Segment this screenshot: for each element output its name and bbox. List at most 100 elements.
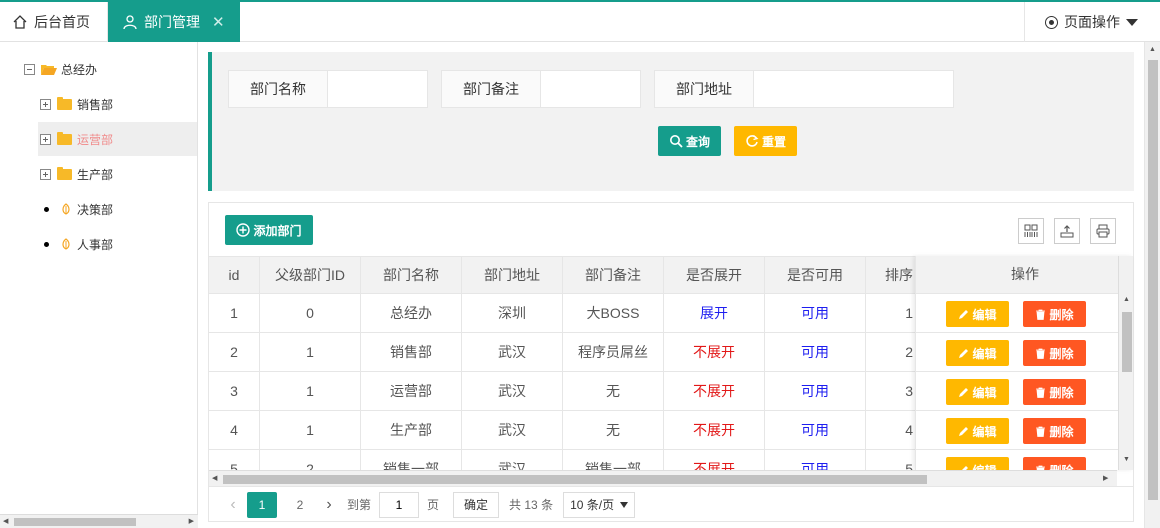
tree-node-decision[interactable]: 决策部	[44, 192, 197, 226]
cell-dept-name: 销售部	[361, 333, 462, 371]
edit-button[interactable]: 编辑	[946, 301, 1009, 327]
column-header-available[interactable]: 是否可用	[765, 257, 866, 294]
page-number[interactable]: 2	[285, 492, 315, 518]
tree-node-label: 人事部	[77, 237, 114, 252]
scroll-right-icon[interactable]: ▶	[189, 517, 194, 525]
column-header-dept-address[interactable]: 部门地址	[462, 257, 563, 294]
scrollbar-thumb[interactable]	[1122, 312, 1132, 372]
expand-icon[interactable]	[40, 133, 51, 145]
collapse-icon[interactable]	[24, 63, 35, 75]
tree-node-operations[interactable]: 运营部	[38, 122, 197, 156]
close-icon[interactable]: ✕	[212, 13, 225, 31]
cell-dept-remark: 无	[563, 372, 664, 410]
sidebar-horizontal-scrollbar[interactable]: ◀ ▶	[0, 514, 198, 528]
delete-button-label: 删除	[1049, 462, 1073, 471]
add-department-button[interactable]: 添加部门	[225, 215, 313, 245]
total-count: 共 13 条	[509, 498, 554, 512]
edit-button-label: 编辑	[972, 462, 996, 471]
cell-dept-name: 运营部	[361, 372, 462, 410]
scroll-left-icon[interactable]: ◀	[3, 517, 8, 525]
edit-button-label: 编辑	[972, 346, 997, 361]
scroll-down-icon[interactable]: ▼	[1123, 456, 1130, 463]
delete-button[interactable]: 删除	[1023, 418, 1086, 444]
page-unit-label: 页	[427, 498, 440, 512]
tab-dept-management[interactable]: 部门管理 ✕	[108, 2, 240, 42]
dept-address-input[interactable]	[754, 70, 954, 108]
delete-button[interactable]: 删除	[1023, 379, 1086, 405]
delete-button[interactable]: 删除	[1023, 457, 1086, 470]
search-label: 部门名称	[228, 70, 328, 108]
print-icon[interactable]	[1090, 218, 1116, 244]
cell-dept-address: 深圳	[462, 294, 563, 332]
edit-button[interactable]: 编辑	[946, 379, 1009, 405]
next-page-icon[interactable]: ›	[319, 496, 339, 514]
trash-icon	[1035, 348, 1046, 359]
edit-button[interactable]: 编辑	[946, 457, 1009, 470]
scrollbar-thumb[interactable]	[223, 475, 927, 484]
page-operations-menu[interactable]: 页面操作	[1024, 2, 1160, 42]
goto-confirm-button[interactable]: 确定	[453, 491, 500, 518]
tab-home[interactable]: 后台首页	[0, 2, 108, 42]
delete-button-label: 删除	[1049, 307, 1074, 322]
column-header-dept-name[interactable]: 部门名称	[361, 257, 462, 294]
tree-node-label: 总经办	[61, 62, 98, 77]
caret-down-icon	[1126, 18, 1138, 26]
reset-button[interactable]: 重置	[734, 126, 797, 156]
scroll-left-icon[interactable]: ◀	[212, 474, 217, 482]
edit-button[interactable]: 编辑	[946, 340, 1009, 366]
page-number-current[interactable]: 1	[247, 491, 277, 518]
add-department-label: 添加部门	[253, 223, 302, 238]
tree-node-sales[interactable]: 销售部	[40, 87, 197, 121]
search-label: 部门备注	[441, 70, 541, 108]
search-icon	[669, 134, 683, 148]
main-vertical-scrollbar[interactable]: ▲	[1144, 42, 1160, 528]
tab-dept-label: 部门管理	[144, 14, 200, 30]
tree-node-production[interactable]: 生产部	[40, 157, 197, 191]
scrollbar-thumb[interactable]	[14, 518, 136, 526]
prev-page-icon[interactable]: ‹	[223, 496, 243, 514]
cell-dept-address: 武汉	[462, 333, 563, 371]
tree-node-label: 决策部	[77, 202, 114, 217]
trash-icon	[1035, 426, 1046, 437]
search-field-dept-name: 部门名称	[228, 70, 428, 108]
cell-parent-id: 2	[260, 450, 361, 470]
expand-icon[interactable]	[40, 98, 51, 110]
export-icon[interactable]	[1054, 218, 1080, 244]
goto-page-input[interactable]	[379, 491, 420, 518]
edit-button-label: 编辑	[972, 385, 997, 400]
leaf-icon	[61, 203, 71, 215]
column-header-id[interactable]: id	[209, 257, 260, 294]
expand-icon[interactable]	[40, 168, 51, 180]
column-header-dept-remark[interactable]: 部门备注	[563, 257, 664, 294]
operations-row: 编辑 删除	[916, 333, 1133, 372]
cell-id: 2	[209, 333, 260, 371]
operations-row: 编辑 删除	[916, 294, 1133, 333]
dept-remark-input[interactable]	[541, 70, 641, 108]
search-label: 部门地址	[654, 70, 754, 108]
page-size-select[interactable]: 10 条/页	[563, 491, 636, 518]
pencil-icon	[958, 309, 969, 320]
cell-id: 5	[209, 450, 260, 470]
tab-home-label: 后台首页	[34, 14, 90, 30]
folder-icon	[57, 96, 72, 110]
query-button[interactable]: 查询	[658, 126, 721, 156]
tree-node-hr[interactable]: 人事部	[44, 227, 197, 261]
table-vertical-scrollbar[interactable]: ▲ ▼	[1118, 256, 1133, 470]
column-header-expand[interactable]: 是否展开	[664, 257, 765, 294]
scroll-right-icon[interactable]: ▶	[1103, 474, 1108, 482]
edit-button[interactable]: 编辑	[946, 418, 1009, 444]
scrollbar-thumb[interactable]	[1148, 60, 1158, 500]
column-header-parent-id[interactable]: 父级部门ID	[260, 257, 361, 294]
tree-node-root[interactable]: 总经办	[24, 52, 97, 86]
search-panel: 部门名称 部门备注 部门地址 查询 重置	[208, 52, 1134, 191]
cell-parent-id: 1	[260, 333, 361, 371]
home-icon	[12, 14, 28, 30]
delete-button[interactable]: 删除	[1023, 301, 1086, 327]
page-operations-label: 页面操作	[1064, 14, 1120, 30]
column-filter-icon[interactable]	[1018, 218, 1044, 244]
dept-name-input[interactable]	[328, 70, 428, 108]
scroll-up-icon[interactable]: ▲	[1149, 46, 1156, 53]
delete-button[interactable]: 删除	[1023, 340, 1086, 366]
table-horizontal-scrollbar[interactable]: ◀ ▶	[209, 470, 1117, 486]
scroll-up-icon[interactable]: ▲	[1123, 296, 1130, 303]
